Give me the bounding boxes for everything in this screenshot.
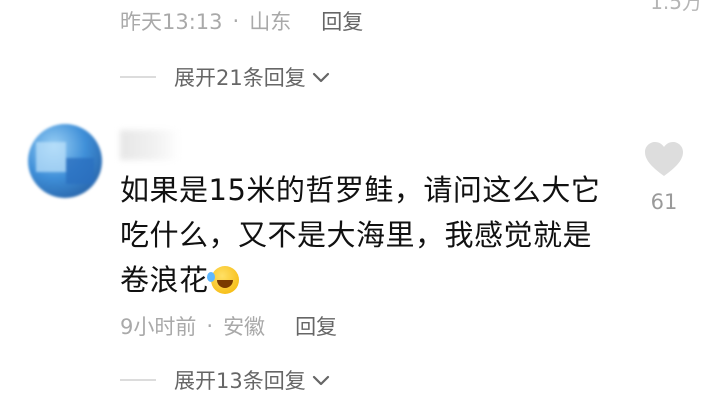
divider-line: [120, 76, 156, 78]
expand-replies-button[interactable]: 展开21条回复: [120, 62, 330, 92]
username-blurred[interactable]: [120, 130, 180, 160]
chevron-down-icon: [312, 368, 330, 392]
laughing-tears-emoji-icon: [206, 266, 239, 294]
partial-like-count: 1.5万: [650, 0, 702, 14]
comment-line: 卷浪花: [120, 263, 209, 297]
comment-meta: 9小时前 · 安徽 回复: [120, 311, 337, 341]
like-count: 61: [650, 190, 678, 214]
meta-separator: ·: [206, 314, 214, 338]
comment-location: 安徽: [223, 315, 266, 339]
heart-icon: [644, 142, 684, 178]
comment-line: 吃什么，又不是大海里，我感觉就是: [120, 218, 593, 252]
top-comment-meta: 昨天13:13 · 山东 回复: [120, 6, 363, 36]
comment-line-with-emoji: 卷浪花: [120, 258, 640, 303]
expand-replies-button[interactable]: 展开13条回复: [120, 365, 330, 395]
comment-time: 昨天13:13: [120, 10, 223, 34]
expand-replies-label: 展开21条回复: [174, 66, 306, 90]
avatar[interactable]: [28, 124, 102, 198]
meta-separator: ·: [232, 9, 240, 33]
chevron-down-icon: [312, 65, 330, 89]
expand-replies-label: 展开13条回复: [174, 369, 306, 393]
comment-location: 山东: [249, 10, 292, 34]
comment-line: 如果是15米的哲罗鲑，请问这么大它: [120, 173, 601, 207]
comment-text: 如果是15米的哲罗鲑，请问这么大它 吃什么，又不是大海里，我感觉就是 卷浪花: [120, 168, 640, 303]
reply-button[interactable]: 回复: [295, 311, 337, 341]
reply-button[interactable]: 回复: [321, 6, 363, 36]
divider-line: [120, 379, 156, 381]
like-button[interactable]: 61: [642, 142, 686, 214]
comment-time: 9小时前: [120, 315, 197, 339]
